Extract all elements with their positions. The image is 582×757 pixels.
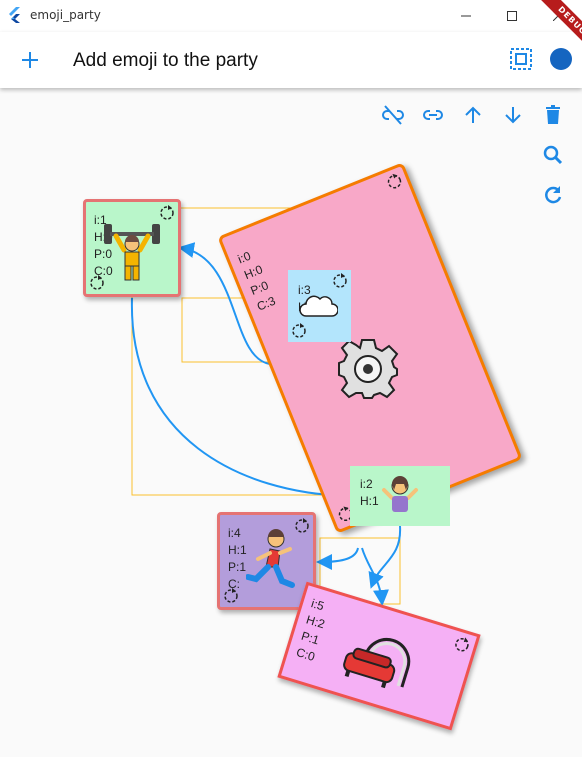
page-title: Add emoji to the party <box>73 50 258 71</box>
rotate-handle-icon[interactable] <box>294 518 310 534</box>
node-4-parent: P:1 <box>228 560 247 574</box>
minimize-icon <box>461 15 471 17</box>
window-title: emoji_party <box>30 8 101 22</box>
debug-banner: DEBUG <box>522 0 582 60</box>
node-2-labels: i:2 H:1 <box>360 476 379 510</box>
flutter-logo-icon <box>9 7 20 23</box>
weight-lifter-icon <box>104 224 160 281</box>
gear-icon <box>338 339 399 399</box>
node-2-height: H:1 <box>360 494 379 508</box>
node-4-index: i:4 <box>228 526 241 540</box>
cloud-icon <box>299 295 338 317</box>
rotate-handle-icon[interactable] <box>159 205 175 221</box>
plus-icon <box>22 52 38 68</box>
running-person-icon <box>246 529 295 588</box>
maximize-icon <box>507 11 517 21</box>
shrugging-person-icon <box>382 476 418 512</box>
rotate-handle-icon[interactable] <box>384 171 405 192</box>
rotate-handle-icon[interactable] <box>223 588 239 604</box>
node-5-labels: i:5 H:2 P:1 C:0 <box>294 595 332 665</box>
node-2-index: i:2 <box>360 477 373 491</box>
debug-label: DEBUG <box>538 0 582 55</box>
title-bar: emoji_party <box>0 0 582 32</box>
link-line-3 <box>368 525 402 589</box>
rotate-handle-icon[interactable] <box>332 273 348 289</box>
couch-icon <box>343 638 411 689</box>
minimize-button[interactable] <box>446 4 486 28</box>
app-bar: Add emoji to the party <box>0 32 582 88</box>
emoji-node-1[interactable]: i:1 H:0 P:0 C:0 <box>83 199 181 297</box>
rotate-handle-icon[interactable] <box>452 635 472 655</box>
rotate-handle-icon[interactable] <box>89 275 105 291</box>
link-line-4 <box>316 547 359 570</box>
node-4-labels: i:4 H:1 P:1 C: <box>228 525 247 593</box>
link-line-5 <box>361 547 389 606</box>
rotate-handle-icon[interactable] <box>291 323 307 339</box>
add-emoji-button[interactable] <box>14 44 46 76</box>
node-4-height: H:1 <box>228 543 247 557</box>
emoji-node-2[interactable]: i:2 H:1 <box>350 466 450 526</box>
emoji-node-3[interactable]: i:3 H:1 <box>288 270 351 342</box>
party-canvas[interactable]: i:0 H:0 P:0 C:3 i:3 H:1 i:1 <box>0 88 582 757</box>
